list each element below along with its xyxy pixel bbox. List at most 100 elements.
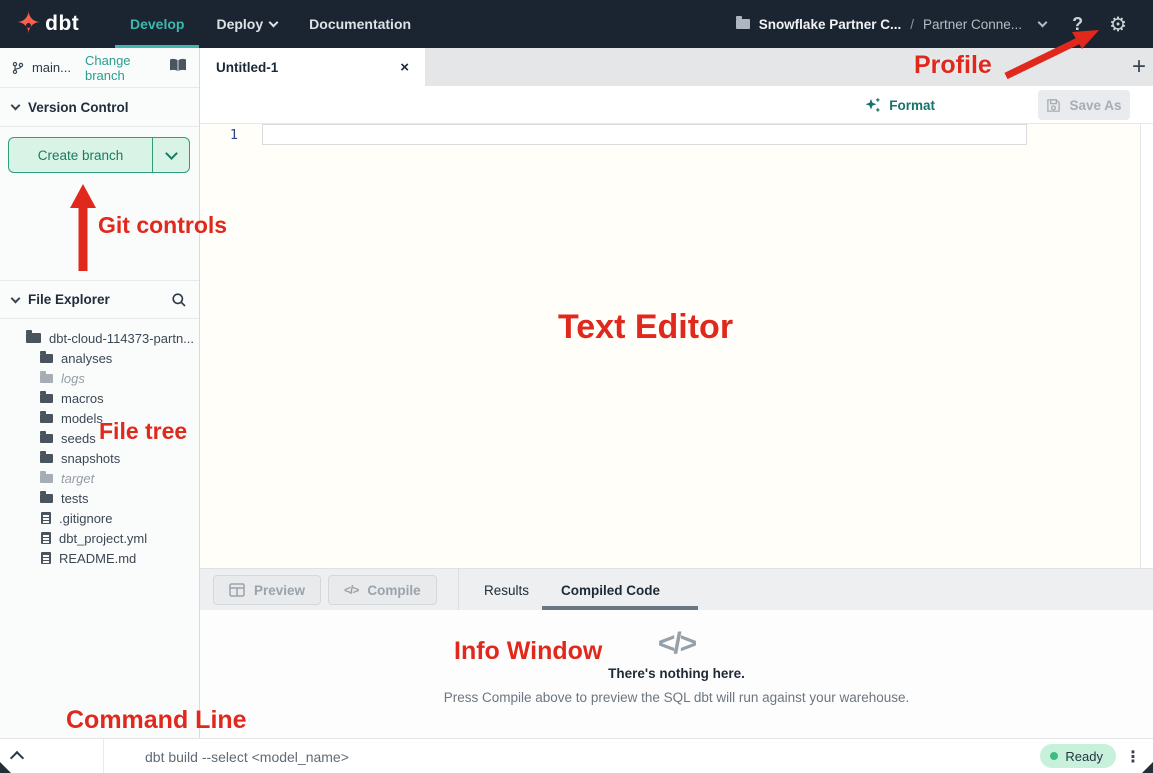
info-panel-header: Preview </> Compile Results Compiled Cod…	[200, 568, 1153, 610]
status-dot-icon	[1050, 752, 1058, 760]
annotation-text-editor: Text Editor	[558, 310, 733, 344]
main-area: Untitled-1 × + Format Save As 1	[200, 48, 1153, 738]
file-icon	[41, 532, 51, 544]
folder-icon	[40, 494, 53, 503]
editor-toolbar: Format Save As	[200, 86, 1153, 124]
editor-tab-bar: Untitled-1 × +	[200, 48, 1153, 86]
change-branch-link[interactable]: Change branch	[85, 53, 161, 83]
save-as-button[interactable]: Save As	[1038, 90, 1130, 120]
help-icon[interactable]: ?	[1072, 15, 1083, 33]
preview-button[interactable]: Preview	[213, 575, 321, 605]
command-input[interactable]	[145, 739, 845, 773]
tree-folder-snapshots[interactable]: snapshots	[0, 448, 198, 468]
compile-label: Compile	[367, 583, 420, 598]
resize-handle-left[interactable]	[0, 762, 11, 773]
cursor-line-highlight	[262, 124, 1027, 145]
folder-icon	[40, 374, 53, 383]
preview-label: Preview	[254, 583, 305, 598]
compile-button[interactable]: </> Compile	[328, 575, 437, 605]
resize-handle-right[interactable]	[1142, 762, 1153, 773]
search-icon[interactable]	[171, 292, 187, 308]
empty-state-title: There's nothing here.	[200, 666, 1153, 681]
nav-documentation[interactable]: Documentation	[309, 0, 411, 48]
top-right-controls: Snowflake Partner C... / Partner Conne..…	[736, 0, 1153, 48]
dbt-logo-text: dbt	[45, 12, 79, 36]
dbt-logo[interactable]: ✦ dbt	[0, 9, 112, 39]
close-icon[interactable]: ×	[400, 60, 409, 75]
nav-develop[interactable]: Develop	[130, 0, 184, 48]
top-nav: ✦ dbt Develop Deploy Documentation Snowf…	[0, 0, 1153, 48]
chevron-down-icon	[269, 18, 279, 28]
create-branch-button[interactable]: Create branch	[8, 137, 190, 173]
version-control-header[interactable]: Version Control	[0, 88, 199, 127]
file-icon	[41, 512, 51, 524]
annotation-git-controls: Git controls	[98, 214, 227, 237]
project-breadcrumb[interactable]: Snowflake Partner C... / Partner Conne..…	[736, 17, 1046, 32]
tree-folder-macros[interactable]: macros	[0, 388, 198, 408]
format-button[interactable]: Format	[864, 86, 935, 124]
text-editor[interactable]: 1	[200, 124, 1153, 568]
line-number: 1	[222, 127, 238, 143]
chevron-down-icon	[11, 293, 21, 303]
dbt-cloud-ide: ✦ dbt Develop Deploy Documentation Snowf…	[0, 0, 1153, 773]
tree-file-readme[interactable]: README.md	[0, 548, 198, 568]
empty-state-message: Press Compile above to preview the SQL d…	[200, 690, 1153, 705]
format-label: Format	[889, 98, 935, 113]
tree-file-dbt-project[interactable]: dbt_project.yml	[0, 528, 198, 548]
create-branch-dropdown[interactable]	[152, 138, 189, 172]
status-badge: Ready	[1040, 744, 1116, 768]
tab-untitled-1[interactable]: Untitled-1 ×	[200, 48, 425, 86]
chevron-down-icon	[11, 101, 21, 111]
folder-open-icon	[26, 333, 41, 343]
current-branch: main...	[32, 60, 71, 75]
tree-folder-target[interactable]: target	[0, 468, 198, 488]
version-control-title: Version Control	[28, 100, 129, 115]
folder-icon	[40, 414, 53, 423]
docs-book-icon[interactable]	[169, 58, 187, 77]
file-tree: dbt-cloud-114373-partn... analyses logs …	[0, 320, 198, 568]
folder-icon	[736, 19, 750, 29]
breadcrumb-separator: /	[910, 17, 914, 32]
folder-icon	[40, 454, 53, 463]
file-explorer-header[interactable]: File Explorer	[0, 280, 199, 319]
folder-icon	[40, 394, 53, 403]
chevron-down-icon	[1038, 18, 1048, 28]
tree-root[interactable]: dbt-cloud-114373-partn...	[0, 328, 198, 348]
gear-icon[interactable]: ⚙	[1109, 14, 1127, 34]
save-as-label: Save As	[1069, 98, 1121, 113]
folder-icon	[40, 434, 53, 443]
main-nav: Develop Deploy Documentation	[130, 0, 411, 48]
tree-folder-tests[interactable]: tests	[0, 488, 198, 508]
editor-scrollbar[interactable]	[1140, 124, 1153, 568]
folder-icon	[40, 474, 53, 483]
new-tab-button[interactable]: +	[1132, 48, 1146, 86]
tree-folder-logs[interactable]: logs	[0, 368, 198, 388]
tab-compiled-code[interactable]: Compiled Code	[561, 569, 660, 611]
branch-row: main... Change branch	[0, 48, 199, 88]
code-icon: </>	[200, 626, 1153, 662]
tab-results[interactable]: Results	[484, 569, 529, 611]
tree-file-gitignore[interactable]: .gitignore	[0, 508, 198, 528]
dbt-logo-icon: ✦	[16, 9, 41, 39]
divider	[103, 739, 104, 773]
status-label: Ready	[1065, 749, 1103, 764]
file-explorer-title: File Explorer	[28, 292, 110, 307]
annotation-info-window: Info Window	[454, 639, 602, 664]
annotation-file-tree: File tree	[99, 420, 187, 443]
create-branch-label: Create branch	[9, 138, 152, 172]
file-icon	[41, 552, 51, 564]
tree-folder-analyses[interactable]: analyses	[0, 348, 198, 368]
nav-deploy[interactable]: Deploy	[216, 0, 277, 48]
sparkle-icon	[864, 97, 881, 114]
save-icon	[1046, 98, 1061, 113]
breadcrumb-connection: Partner Conne...	[923, 17, 1022, 32]
chevron-down-icon	[165, 147, 178, 160]
sidebar: main... Change branch Version Control Cr…	[0, 48, 200, 738]
kebab-menu-icon[interactable]: ⋮	[1125, 747, 1141, 766]
info-panel-body: </> There's nothing here. Press Compile …	[200, 610, 1153, 738]
code-icon: </>	[344, 583, 358, 597]
command-bar: Ready ⋮	[0, 738, 1153, 773]
chevron-up-icon[interactable]	[10, 751, 24, 765]
table-icon	[229, 583, 245, 597]
tab-title: Untitled-1	[216, 60, 278, 75]
